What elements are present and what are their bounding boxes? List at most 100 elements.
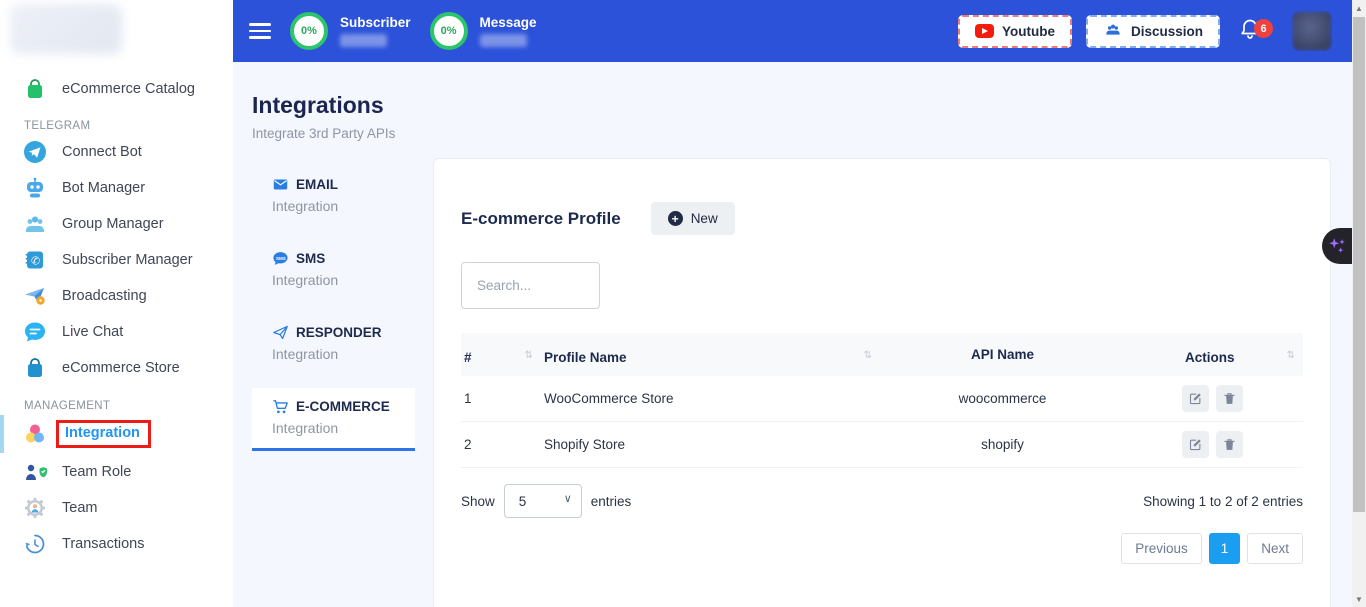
tab-subtitle: Integration: [272, 420, 403, 436]
shopping-bag-green-icon: [23, 77, 47, 101]
tab-title: EMAIL: [296, 177, 338, 192]
sidebar-item-team-role[interactable]: Team Role: [0, 454, 233, 490]
scrollbar-down-arrow[interactable]: ▼: [1352, 591, 1366, 607]
sms-bubble-icon: SMS: [272, 250, 289, 267]
sidebar-item-connect-bot[interactable]: Connect Bot: [0, 134, 233, 170]
new-profile-button[interactable]: + New: [651, 202, 735, 235]
sidebar-item-transactions[interactable]: Transactions: [0, 526, 233, 562]
sidebar-item-ecommerce-store[interactable]: eCommerce Store: [0, 350, 233, 386]
column-header-api-name[interactable]: API Name: [880, 347, 1125, 362]
sidebar-item-ecommerce-catalog[interactable]: eCommerce Catalog: [0, 71, 233, 107]
message-stat-text: Message: [480, 15, 537, 47]
shopping-cart-icon: [272, 398, 289, 415]
tab-subtitle: Integration: [272, 346, 403, 362]
sidebar-item-subscriber-manager[interactable]: ✆ Subscriber Manager: [0, 242, 233, 278]
column-header-actions[interactable]: Actions ⇅: [1125, 344, 1303, 365]
tab-title: RESPONDER: [296, 325, 382, 340]
shield-user-icon: [23, 460, 47, 484]
svg-text:SMS: SMS: [276, 256, 286, 261]
responder-plane-icon: [272, 324, 289, 341]
column-header-num[interactable]: # ⇅: [461, 344, 541, 365]
tab-responder-integration[interactable]: RESPONDER Integration: [252, 314, 415, 374]
gear-user-icon: [23, 496, 47, 520]
broadcast-plane-icon: [23, 284, 47, 308]
sort-icon: ⇅: [864, 350, 872, 361]
tab-subtitle: Integration: [272, 272, 403, 288]
trash-icon: [1222, 391, 1237, 406]
row-actions: [1125, 431, 1303, 458]
header-actions: Youtube Discussion 6: [958, 11, 1332, 51]
integration-circles-icon: [23, 422, 47, 446]
tab-email-integration[interactable]: EMAIL Integration: [252, 166, 415, 226]
delete-button[interactable]: [1216, 431, 1243, 458]
column-header-profile-name[interactable]: Profile Name ⇅: [541, 344, 880, 365]
page-subtitle: Integrate 3rd Party APIs: [252, 126, 1352, 141]
edit-button[interactable]: [1182, 385, 1209, 412]
annotation-red-box: Integration: [56, 420, 151, 448]
entries-select-wrap: 5 ∨: [504, 484, 582, 518]
tab-ecommerce-integration[interactable]: E-COMMERCE Integration: [252, 388, 415, 451]
entries-select[interactable]: 5: [504, 484, 582, 518]
sidebar-item-label: eCommerce Store: [62, 360, 180, 376]
tab-sms-integration[interactable]: SMS SMS Integration: [252, 240, 415, 300]
hamburger-menu-icon[interactable]: [249, 19, 271, 43]
notification-bell-icon[interactable]: 6: [1238, 16, 1264, 46]
pagination-previous-button[interactable]: Previous: [1121, 533, 1202, 564]
card-title: E-commerce Profile: [461, 209, 621, 229]
tab-subtitle: Integration: [272, 198, 403, 214]
sidebar-section-management: MANAGEMENT: [24, 400, 233, 412]
sidebar-item-label: Group Manager: [62, 216, 164, 232]
sidebar-item-broadcasting[interactable]: Broadcasting: [0, 278, 233, 314]
avatar-blurred-photo: [1292, 11, 1332, 51]
row-number: 1: [461, 391, 541, 406]
new-button-label: New: [691, 211, 718, 226]
subscriber-progress-ring: 0%: [290, 12, 328, 50]
sidebar-item-team[interactable]: Team: [0, 490, 233, 526]
sidebar-item-bot-manager[interactable]: Bot Manager: [0, 170, 233, 206]
user-avatar[interactable]: [1292, 11, 1332, 51]
robot-icon: [23, 176, 47, 200]
pagination-next-button[interactable]: Next: [1247, 533, 1303, 564]
scrollbar-up-arrow[interactable]: ▲: [1352, 0, 1366, 16]
email-envelope-icon: [272, 176, 289, 193]
users-group-icon: [1103, 22, 1123, 41]
discussion-button-label: Discussion: [1131, 24, 1203, 39]
search-input[interactable]: [461, 262, 600, 309]
notification-count-badge: 6: [1254, 19, 1273, 38]
pagination-page-1-button[interactable]: 1: [1209, 533, 1241, 564]
sidebar-item-label: Subscriber Manager: [62, 252, 193, 268]
page-title: Integrations: [252, 92, 1352, 119]
ai-assistant-fab[interactable]: [1322, 228, 1352, 264]
ecommerce-profile-card: E-commerce Profile + New # ⇅ Profile Nam…: [433, 158, 1331, 607]
app-logo-blurred: [10, 4, 122, 54]
delete-button[interactable]: [1216, 385, 1243, 412]
scrollbar-thumb[interactable]: [1353, 17, 1365, 512]
youtube-button[interactable]: Youtube: [958, 15, 1072, 48]
entries-label: entries: [591, 494, 632, 509]
sidebar-item-live-chat[interactable]: Live Chat: [0, 314, 233, 350]
sidebar-item-integration[interactable]: Integration: [0, 414, 233, 454]
discussion-button[interactable]: Discussion: [1086, 15, 1220, 48]
svg-text:✆: ✆: [31, 256, 40, 268]
plus-circle-icon: +: [668, 211, 683, 226]
edit-pencil-icon: [1188, 391, 1203, 406]
edit-pencil-icon: [1188, 437, 1203, 452]
sidebar-item-label: Broadcasting: [62, 288, 147, 304]
row-actions: [1125, 385, 1303, 412]
entries-per-page-control: Show 5 ∨ entries: [461, 484, 631, 518]
show-label: Show: [461, 494, 495, 509]
sidebar-item-group-manager[interactable]: Group Manager: [0, 206, 233, 242]
top-header-bar: 0% Subscriber 0% Message Youtube Discuss…: [233, 0, 1352, 62]
message-usage-stat: 0% Message: [430, 12, 537, 50]
profiles-table: # ⇅ Profile Name ⇅ API Name Actions ⇅: [461, 333, 1303, 468]
showing-entries-text: Showing 1 to 2 of 2 entries: [1143, 494, 1303, 509]
sidebar-item-label: Transactions: [62, 536, 144, 552]
pagination: Previous 1 Next: [461, 533, 1303, 564]
sidebar-item-label: Team: [62, 500, 97, 516]
sort-icon: ⇅: [525, 350, 533, 361]
profile-name-cell: Shopify Store: [541, 437, 880, 452]
subscriber-count-blurred: [340, 34, 387, 47]
trash-icon: [1222, 437, 1237, 452]
edit-button[interactable]: [1182, 431, 1209, 458]
sidebar-section-telegram: TELEGRAM: [24, 120, 233, 132]
